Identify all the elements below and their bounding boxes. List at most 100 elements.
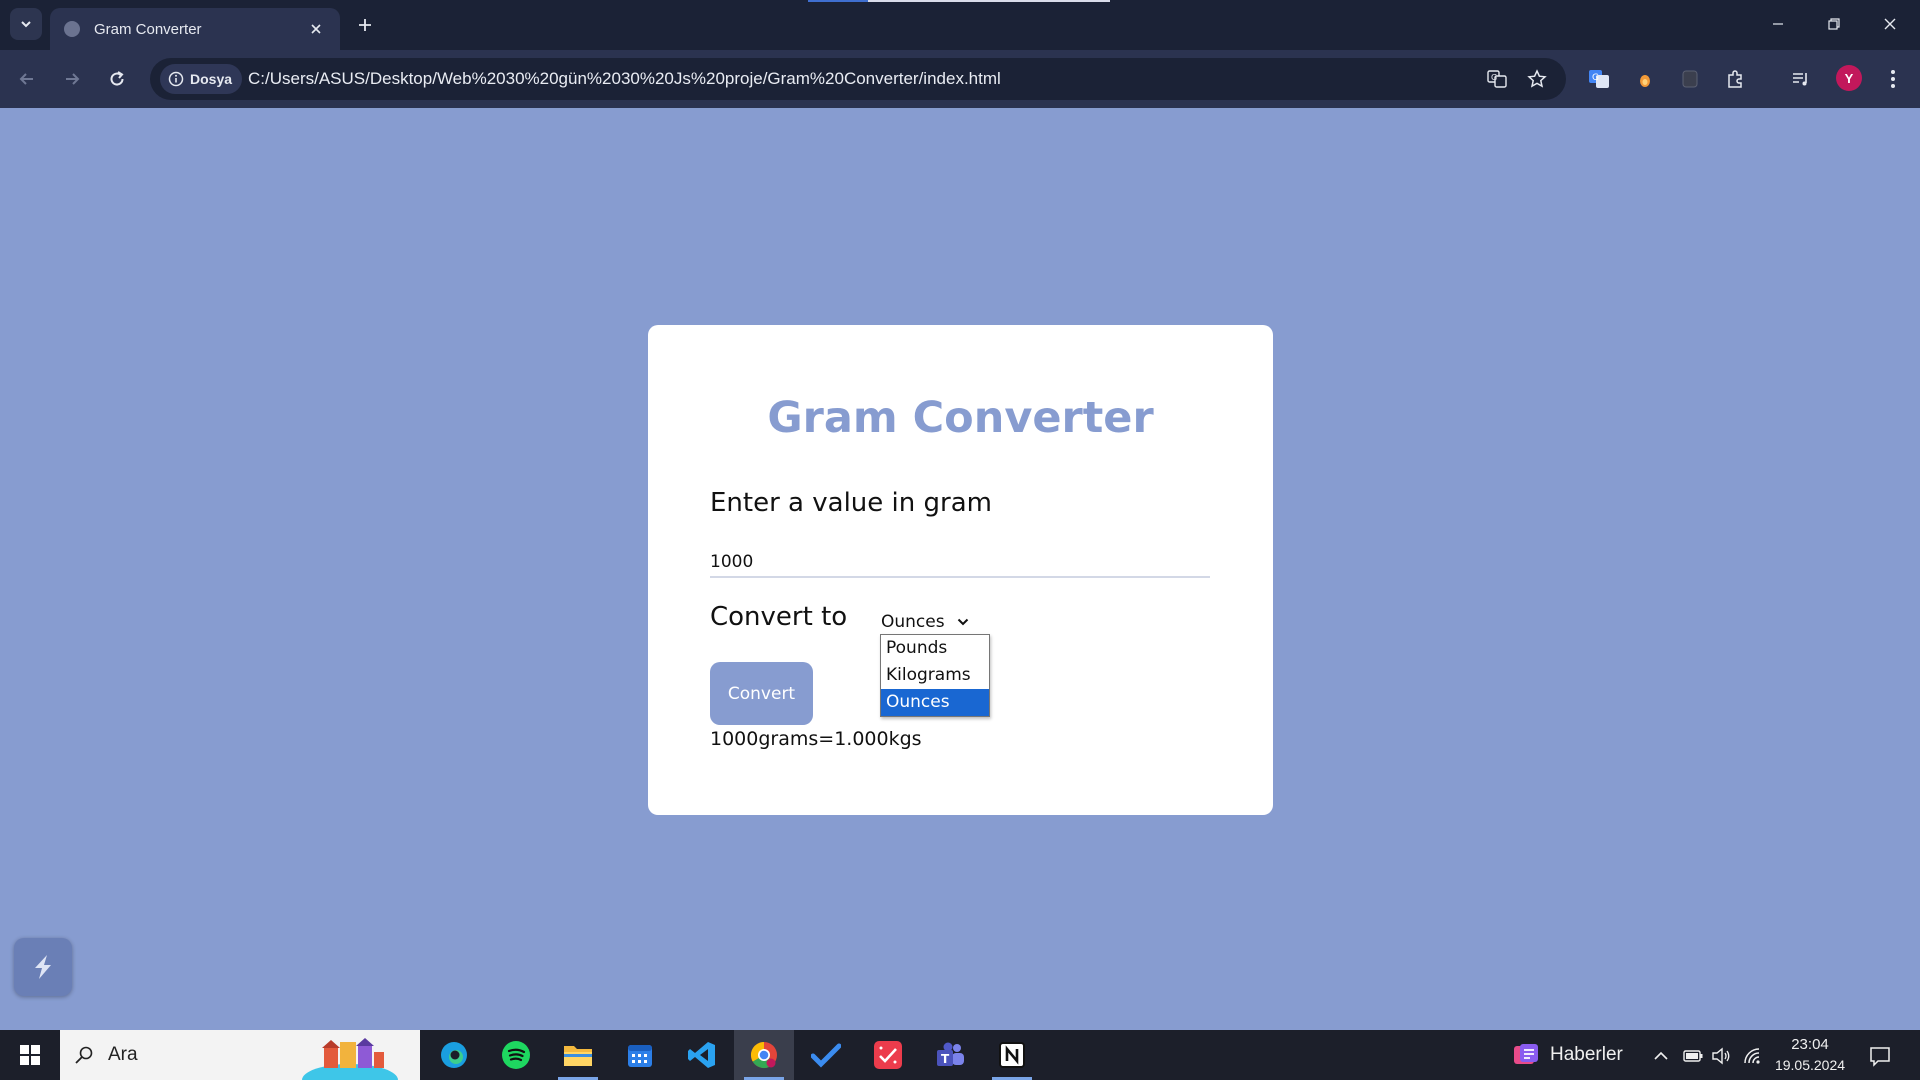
extension-dark[interactable] (1677, 66, 1703, 92)
chrome-icon (750, 1041, 777, 1069)
convert-button[interactable]: Convert (710, 662, 813, 725)
taskbar-teams[interactable]: T (920, 1030, 980, 1080)
url-text[interactable]: C:/Users/ASUS/Desktop/Web%2030%20gün%203… (248, 69, 1001, 89)
taskbar-spotify[interactable] (486, 1030, 546, 1080)
vscode-icon (688, 1042, 715, 1068)
puzzle-icon (1728, 70, 1742, 88)
taskbar-calendar[interactable] (610, 1030, 670, 1080)
reload-icon (110, 71, 124, 86)
start-button[interactable] (0, 1030, 60, 1080)
todo-icon (811, 1043, 841, 1068)
taskbar-notion[interactable] (982, 1030, 1042, 1080)
site-chip-label: Dosya (190, 71, 233, 87)
convert-to-label: Convert to (710, 602, 848, 632)
battery-status[interactable] (1682, 1045, 1704, 1067)
browser-toolbar: Dosya C:/Users/ASUS/Desktop/Web%2030%20g… (0, 50, 1920, 108)
search-placeholder: Ara (108, 1044, 138, 1065)
unit-option-kilograms[interactable]: Kilograms (881, 662, 989, 689)
news-widget[interactable]: Haberler (1512, 1040, 1623, 1070)
clock-date: 19.05.2024 (1774, 1057, 1846, 1073)
reload-button[interactable] (100, 62, 134, 96)
gram-input[interactable] (710, 548, 1210, 578)
search-highlight-illustration (302, 1038, 398, 1080)
minimize-icon (1773, 23, 1783, 25)
taskbar-chrome[interactable] (734, 1030, 794, 1080)
result-text: 1000grams=1.000kgs (710, 728, 922, 750)
browser-tab[interactable]: Gram Converter (50, 8, 340, 50)
file-explorer-icon (564, 1046, 592, 1066)
flame-icon (1640, 75, 1650, 87)
spotify-icon (502, 1041, 530, 1069)
star-icon (1527, 69, 1547, 88)
site-info-chip[interactable]: Dosya (160, 64, 243, 94)
extension-app-icon (1682, 70, 1698, 88)
translate-button[interactable]: G (1486, 68, 1508, 90)
wifi-icon (1744, 1048, 1760, 1064)
news-icon (1514, 1044, 1538, 1064)
notion-icon (999, 1042, 1025, 1068)
browser-tab-bar: Gram Converter (0, 0, 1920, 50)
svg-text:G: G (1592, 73, 1599, 83)
teams-icon: T (937, 1042, 964, 1066)
back-button[interactable] (10, 62, 44, 96)
tab-search-button[interactable] (10, 8, 42, 40)
unit-option-ounces[interactable]: Ounces (881, 689, 989, 716)
unit-option-pounds[interactable]: Pounds (881, 635, 989, 662)
taskbar-todo[interactable] (796, 1030, 856, 1080)
notification-center-button[interactable] (1866, 1042, 1894, 1070)
tab-close-button[interactable] (306, 19, 326, 39)
google-translate-icon: G (1589, 70, 1609, 88)
converter-card: Gram Converter Enter a value in gram Con… (648, 325, 1273, 815)
tray-overflow-button[interactable] (1650, 1045, 1672, 1067)
bolt-icon (35, 955, 51, 979)
calendar-icon (628, 1045, 652, 1067)
globe-icon (64, 21, 80, 37)
edge-icon (441, 1042, 467, 1068)
google-translate-extension[interactable]: G (1586, 66, 1612, 92)
tab-title: Gram Converter (94, 20, 202, 38)
taskbar-vscode[interactable] (672, 1030, 732, 1080)
browser-menu-button[interactable] (1880, 66, 1906, 92)
news-label: Haberler (1550, 1044, 1623, 1065)
extensions-button[interactable] (1723, 66, 1749, 92)
new-tab-button[interactable] (352, 12, 378, 38)
chevron-up-icon (1654, 1051, 1668, 1060)
tab-loading-indicator (808, 0, 1110, 2)
taskbar-file-explorer[interactable] (548, 1030, 608, 1080)
taskbar-app[interactable] (858, 1030, 918, 1080)
chevron-down-icon (957, 618, 968, 626)
volume-control[interactable] (1710, 1045, 1732, 1067)
taskbar-edge[interactable] (424, 1030, 484, 1080)
floating-app-button[interactable] (14, 938, 72, 996)
restore-button[interactable] (1814, 8, 1854, 40)
unit-select[interactable]: Ounces (881, 609, 969, 635)
search-icon (75, 1046, 93, 1064)
chevron-down-icon (21, 21, 31, 28)
network-status[interactable] (1742, 1045, 1764, 1067)
svg-text:G: G (1491, 73, 1497, 82)
forward-button[interactable] (55, 62, 89, 96)
value-label: Enter a value in gram (710, 488, 992, 518)
page-title: Gram Converter (767, 393, 1154, 443)
close-window-button[interactable] (1870, 8, 1910, 40)
close-icon (311, 24, 321, 34)
address-bar[interactable]: Dosya C:/Users/ASUS/Desktop/Web%2030%20g… (150, 58, 1566, 100)
restore-icon (1828, 18, 1840, 30)
bookmark-button[interactable] (1526, 68, 1548, 90)
app-icon (874, 1041, 902, 1069)
svg-text:T: T (941, 1052, 950, 1066)
windows-logo-icon (20, 1045, 40, 1065)
taskbar-clock[interactable]: 23:04 19.05.2024 (1770, 1035, 1850, 1075)
unit-dropdown-list: Pounds Kilograms Ounces (880, 634, 990, 717)
media-queue-icon (1793, 73, 1807, 86)
minimize-button[interactable] (1758, 8, 1798, 40)
battery-icon (1683, 1050, 1703, 1062)
unit-select-value: Ounces (881, 612, 945, 632)
taskbar-search[interactable]: Ara (60, 1030, 420, 1080)
kebab-menu-icon (1891, 70, 1895, 88)
media-control-button[interactable] (1788, 66, 1814, 92)
extension-orange[interactable] (1632, 66, 1658, 92)
notification-icon (1870, 1047, 1890, 1067)
clock-time: 23:04 (1791, 1036, 1829, 1053)
profile-avatar[interactable]: Y (1836, 65, 1862, 91)
